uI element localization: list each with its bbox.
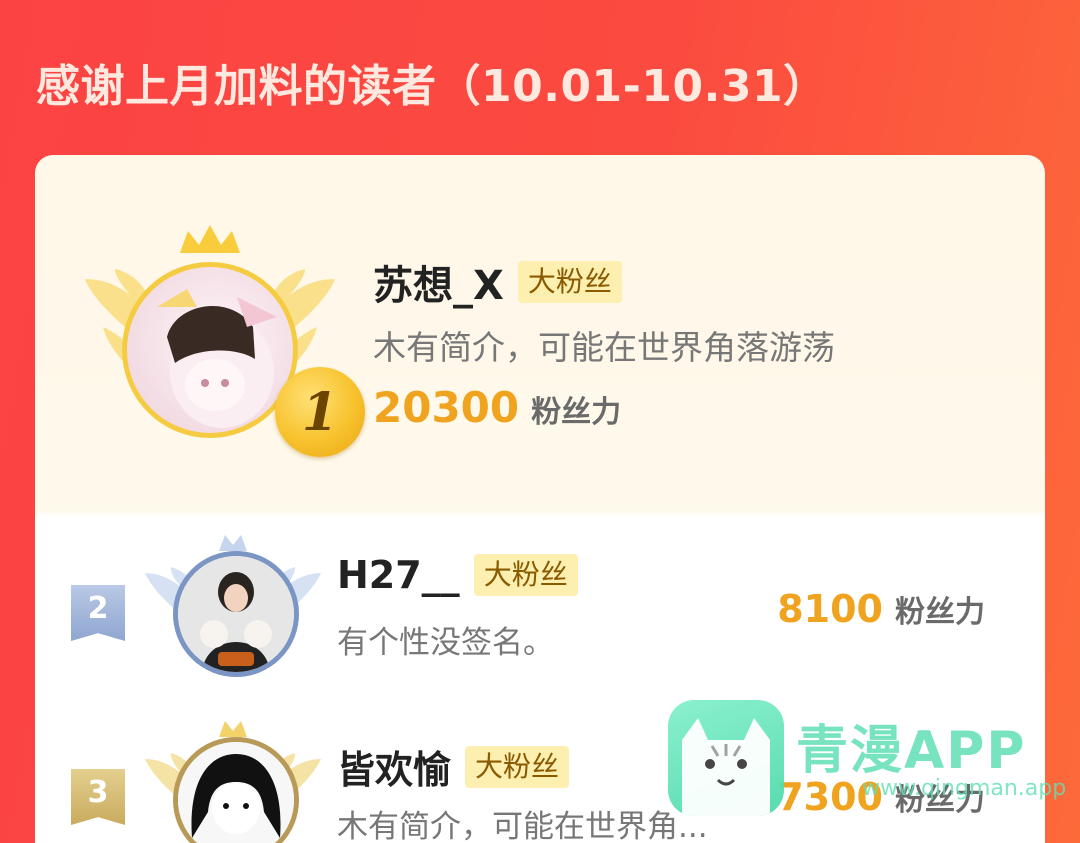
avatar[interactable] [173,551,299,677]
user-name[interactable]: H27__ [337,553,460,597]
first-place-avatar-frame: 1 [85,217,365,457]
user-bio: 木有简介，可能在世界角... [337,809,708,843]
fans-unit: 粉丝力 [531,395,622,430]
avatar[interactable] [173,737,299,843]
fan-badge: 大粉丝 [473,554,578,596]
rank-flag: 3 [71,769,125,825]
user-name[interactable]: 皆欢愉 [337,739,451,794]
rank-flag: 2 [71,585,125,641]
manga-girl-avatar-icon [178,742,294,843]
fans-power: 8100 粉丝力 [777,587,985,631]
person-with-dogs-avatar-icon [178,556,294,672]
page: { "header": { "title": "感谢上月加料的读者（10.01-… [0,0,1080,843]
fans-unit: 粉丝力 [895,595,985,630]
avatar-frame [143,527,323,687]
watermark-url: www.qingman.app [862,776,1067,801]
page-title: 感谢上月加料的读者（10.01-10.31） [36,61,828,112]
watermark-title: 青漫APP [796,721,1027,781]
user-bio: 有个性没签名。 [337,625,554,661]
watermark: 青漫APP www.qingman.app [668,700,1066,820]
cat-logo-icon [668,700,784,816]
avatar-frame [143,713,323,843]
avatar[interactable] [122,262,298,438]
fans-value: 8100 [777,587,883,631]
anime-girl-avatar-icon [157,289,277,428]
fan-badge: 大粉丝 [465,745,570,788]
fans-value: 20300 [373,383,520,432]
fan-badge: 大粉丝 [517,261,622,303]
fans-power: 20300 粉丝力 [373,383,621,432]
ranking-row[interactable]: 2 H27__ 大粉丝 有个性没签名。 8100 粉丝力 [35,527,1045,697]
user-name[interactable]: 苏想_X [373,253,504,311]
user-bio: 木有简介，可能在世界角落游荡 [373,328,835,367]
row-name[interactable]: H27__ 大粉丝 [337,553,578,597]
rank-one-medal: 1 [275,367,365,457]
row-name[interactable]: 皆欢愉 大粉丝 [337,739,570,794]
first-place-name[interactable]: 苏想_X 大粉丝 [373,253,622,311]
